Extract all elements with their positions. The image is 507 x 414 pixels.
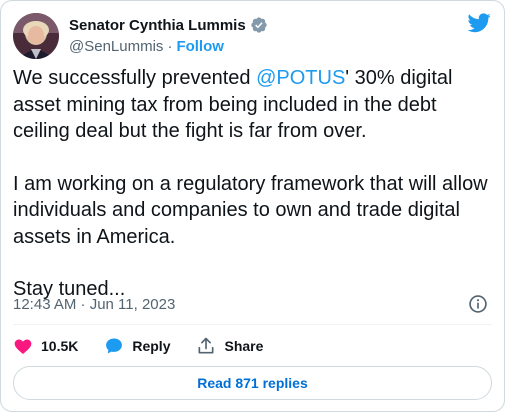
- tweet-paragraph-1: We successfully prevented @POTUS' 30% di…: [13, 65, 493, 145]
- share-label: Share: [224, 338, 264, 354]
- timestamp[interactable]: 12:43 AM · Jun 11, 2023: [13, 296, 175, 313]
- reply-bubble-icon: [106, 338, 123, 354]
- tweet-card: Senator Cynthia Lummis @SenLummis · Foll…: [0, 0, 505, 412]
- tweet-paragraph-2: I am working on a regulatory framework t…: [13, 172, 488, 248]
- mention-link[interactable]: @POTUS: [256, 67, 345, 89]
- info-icon[interactable]: [468, 294, 488, 314]
- author-handle[interactable]: @SenLummis: [69, 38, 163, 55]
- tweet-meta: 12:43 AM · Jun 11, 2023: [13, 294, 492, 316]
- like-button[interactable]: 10.5K: [13, 336, 78, 356]
- separator-dot: ·: [167, 37, 173, 55]
- reply-button[interactable]: Reply: [104, 336, 170, 356]
- verified-badge-icon: [250, 16, 268, 34]
- share-icon: [198, 337, 214, 354]
- reply-label: Reply: [132, 338, 171, 354]
- twitter-bird-icon[interactable]: [466, 11, 492, 35]
- share-button[interactable]: Share: [196, 336, 263, 356]
- tweet-header: Senator Cynthia Lummis @SenLummis · Foll…: [13, 11, 492, 61]
- follow-button[interactable]: Follow: [176, 38, 224, 55]
- avatar[interactable]: [13, 13, 59, 59]
- action-bar: 10.5K Reply Share: [13, 335, 289, 357]
- heart-icon: [14, 339, 32, 355]
- tweet-text: We successfully prevented @POTUS' 30% di…: [13, 65, 493, 303]
- tweet-text-segment: We successfully prevented: [13, 67, 257, 89]
- divider: [13, 324, 492, 325]
- read-replies-button[interactable]: Read 871 replies: [13, 366, 492, 400]
- like-count: 10.5K: [41, 338, 79, 354]
- display-name[interactable]: Senator Cynthia Lummis: [69, 17, 246, 34]
- author-info: Senator Cynthia Lummis @SenLummis · Foll…: [69, 15, 268, 57]
